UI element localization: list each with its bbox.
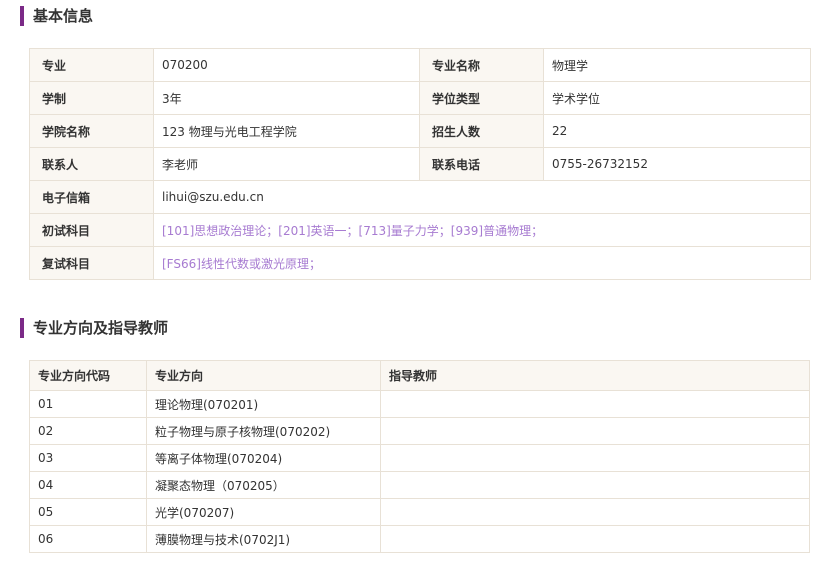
direction-code: 01 [29, 390, 147, 418]
direction-name: 等离子体物理(070204) [146, 444, 381, 472]
direction-code: 04 [29, 471, 147, 499]
table-row: 复试科目 [FS66]线性代数或激光原理； [29, 246, 811, 280]
table-row: 06 薄膜物理与技术(0702J1) [29, 525, 810, 553]
prelim-subjects-label: 初试科目 [29, 213, 154, 247]
enrollment-value: 22 [543, 114, 811, 148]
direction-code: 02 [29, 417, 147, 445]
direction-name: 粒子物理与原子核物理(070202) [146, 417, 381, 445]
table-row: 05 光学(070207) [29, 498, 810, 526]
direction-name: 理论物理(070201) [146, 390, 381, 418]
direction-advisor [380, 417, 810, 445]
direction-name: 薄膜物理与技术(0702J1) [146, 525, 381, 553]
table-row: 04 凝聚态物理（070205） [29, 471, 810, 499]
direction-advisor [380, 390, 810, 418]
retest-subjects-label: 复试科目 [29, 246, 154, 280]
phone-value: 0755-26732152 [543, 147, 811, 181]
email-value: lihui@szu.edu.cn [153, 180, 811, 214]
directions-title: 专业方向及指导教师 [20, 318, 168, 338]
college-label: 学院名称 [29, 114, 154, 148]
table-row: 学制 3年 学位类型 学术学位 [29, 81, 811, 115]
direction-code: 06 [29, 525, 147, 553]
table-row: 03 等离子体物理(070204) [29, 444, 810, 472]
table-row: 专业 070200 专业名称 物理学 [29, 48, 811, 82]
direction-name: 凝聚态物理（070205） [146, 471, 381, 499]
major-name-value: 物理学 [543, 48, 811, 82]
direction-advisor [380, 498, 810, 526]
contact-label: 联系人 [29, 147, 154, 181]
table-row: 01 理论物理(070201) [29, 390, 810, 418]
college-value: 123 物理与光电工程学院 [153, 114, 420, 148]
retest-subjects-value[interactable]: [FS66]线性代数或激光原理； [153, 246, 811, 280]
direction-name: 光学(070207) [146, 498, 381, 526]
enrollment-label: 招生人数 [419, 114, 544, 148]
contact-value: 李老师 [153, 147, 420, 181]
column-header-direction: 专业方向 [146, 360, 381, 391]
degree-type-value: 学术学位 [543, 81, 811, 115]
duration-label: 学制 [29, 81, 154, 115]
table-row: 初试科目 [101]思想政治理论；[201]英语一；[713]量子力学；[939… [29, 213, 811, 247]
basic-info-table: 专业 070200 专业名称 物理学 学制 3年 学位类型 学术学位 学院名称 … [29, 48, 811, 280]
prelim-subjects-value[interactable]: [101]思想政治理论；[201]英语一；[713]量子力学；[939]普通物理… [153, 213, 811, 247]
directions-table: 专业方向代码 专业方向 指导教师 01 理论物理(070201) 02 粒子物理… [29, 360, 810, 553]
table-header-row: 专业方向代码 专业方向 指导教师 [29, 360, 810, 391]
table-row: 学院名称 123 物理与光电工程学院 招生人数 22 [29, 114, 811, 148]
email-label: 电子信箱 [29, 180, 154, 214]
major-code-label: 专业 [29, 48, 154, 82]
table-row: 02 粒子物理与原子核物理(070202) [29, 417, 810, 445]
major-name-label: 专业名称 [419, 48, 544, 82]
column-header-code: 专业方向代码 [29, 360, 147, 391]
basic-info-title: 基本信息 [20, 6, 93, 26]
table-row: 联系人 李老师 联系电话 0755-26732152 [29, 147, 811, 181]
direction-code: 05 [29, 498, 147, 526]
duration-value: 3年 [153, 81, 420, 115]
direction-advisor [380, 525, 810, 553]
direction-code: 03 [29, 444, 147, 472]
table-row: 电子信箱 lihui@szu.edu.cn [29, 180, 811, 214]
phone-label: 联系电话 [419, 147, 544, 181]
major-code-value: 070200 [153, 48, 420, 82]
direction-advisor [380, 471, 810, 499]
column-header-advisor: 指导教师 [380, 360, 810, 391]
degree-type-label: 学位类型 [419, 81, 544, 115]
direction-advisor [380, 444, 810, 472]
